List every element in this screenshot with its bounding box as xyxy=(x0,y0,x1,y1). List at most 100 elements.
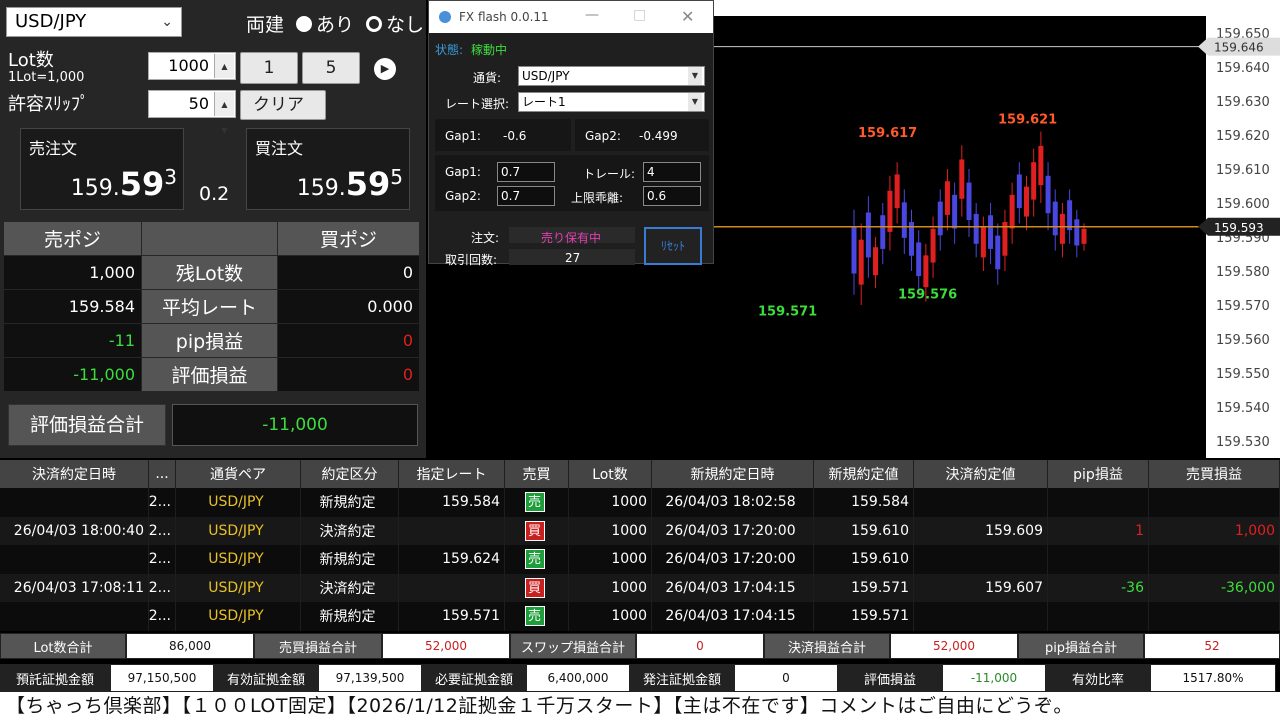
spin-up-icon[interactable]: ▲ xyxy=(221,54,227,80)
gap2-input-label: Gap2: xyxy=(445,189,481,203)
gap2-readout-label: Gap2: xyxy=(585,129,621,143)
pos-sell-value: -11,000 xyxy=(4,358,142,392)
col-pair[interactable]: 通貨ペア xyxy=(176,460,301,488)
gap1-readout-label: Gap1: xyxy=(445,129,481,143)
sum-settle-value: 52,000 xyxy=(890,633,1018,659)
price-tick-label: 159.610 xyxy=(1216,163,1270,178)
gap1-input[interactable]: 0.7 xyxy=(497,162,555,182)
top-price-marker-label: 159.646 xyxy=(1214,41,1264,55)
lot-input[interactable]: 1000 ▲ ▼ xyxy=(148,52,236,97)
ryodate-off-radio[interactable] xyxy=(366,15,383,32)
lot-spinner[interactable]: ▲ ▼ xyxy=(214,54,234,97)
col-new-dt[interactable]: 新規約定日時 xyxy=(652,460,814,488)
row-pl: -36,000 xyxy=(1149,573,1280,602)
clear-button[interactable]: クリア xyxy=(240,90,326,120)
chart-top-strip xyxy=(714,0,1206,16)
col-pl[interactable]: 売買損益 xyxy=(1149,460,1280,488)
ryodate-on-label: あり xyxy=(316,14,355,36)
col-kind[interactable]: 約定区分 xyxy=(301,460,399,488)
pos-row-label: pip損益 xyxy=(142,324,278,358)
slippage-spinner[interactable]: ▲ ▼ xyxy=(214,92,234,135)
currency-pair-value: USD/JPY xyxy=(15,11,87,32)
buy-badge: 買 xyxy=(524,520,545,541)
row-new-price: 159.584 xyxy=(814,488,914,517)
pos-row-label: 評価損益 xyxy=(142,358,278,392)
row-pair: USD/JPY xyxy=(176,573,301,602)
row-side: 売 xyxy=(505,602,569,631)
fx-rate-select[interactable]: レート1 ▼ xyxy=(518,92,705,112)
sum-lot-value: 86,000 xyxy=(126,633,254,659)
table-header-row: 決済約定日時 ... 通貨ペア 約定区分 指定レート 売買 Lot数 新規約定日… xyxy=(0,460,1280,488)
row-settle-dt xyxy=(0,488,149,517)
limit-input[interactable]: 0.6 xyxy=(643,186,701,206)
buy-order-title: 買注文 xyxy=(255,139,304,158)
minimize-icon[interactable]: — xyxy=(585,7,599,23)
row-settle-price xyxy=(914,488,1048,517)
play-icon[interactable]: ▶ xyxy=(374,58,396,80)
table-row[interactable]: 26/04/03 17:08:11 2... USD/JPY 決済約定 買 1000 26/… xyxy=(0,573,1280,602)
price-tick-label: 159.630 xyxy=(1216,95,1270,110)
sell-price-main: 59 xyxy=(119,165,165,203)
row-new-price: 159.610 xyxy=(814,516,914,545)
buy-price-int: 159. xyxy=(296,176,346,201)
lot-5-button[interactable]: 5 xyxy=(302,52,360,84)
eval-total-button[interactable]: 評価損益合計 xyxy=(8,404,166,446)
row-lot: 1000 xyxy=(569,545,652,574)
lot-1-button[interactable]: 1 xyxy=(240,52,298,84)
sum-pl-label: 売買損益合計 xyxy=(254,633,382,659)
price-chart[interactable]: 159.650 159.640 159.630 159.620 159.610 159.6… xyxy=(498,0,1280,458)
eval-pl-value: -11,000 xyxy=(942,664,1046,692)
sum-pip-label: pip損益合計 xyxy=(1018,633,1144,659)
currency-pair-select[interactable]: USD/JPY ⌄ xyxy=(6,7,182,37)
row-lot: 1000 xyxy=(569,488,652,517)
table-row[interactable]: 2... USD/JPY 新規約定 159.624 売 1000 26/04/03 17:2… xyxy=(0,545,1280,574)
col-id[interactable]: ... xyxy=(149,460,176,488)
sell-order-button[interactable]: 売注文 159.593 xyxy=(20,128,184,210)
deposit-label: 預託証拠金額 xyxy=(0,664,110,692)
table-row[interactable]: 2... USD/JPY 新規約定 159.584 売 1000 26/04/03 18:0… xyxy=(0,488,1280,517)
fx-titlebar[interactable]: FX flash 0.0.11 — □ ✕ xyxy=(429,1,713,33)
row-pl xyxy=(1149,545,1280,574)
pos-sell-value: -11 xyxy=(4,324,142,358)
col-new-price[interactable]: 新規約定値 xyxy=(814,460,914,488)
close-icon[interactable]: ✕ xyxy=(681,7,694,26)
spin-down-icon[interactable]: ▼ xyxy=(221,118,227,144)
col-settle-price[interactable]: 決済約定値 xyxy=(914,460,1048,488)
dropdown-arrow-icon: ▼ xyxy=(688,67,702,85)
sell-price: 159.593 xyxy=(71,165,177,203)
slippage-input[interactable]: 50 ▲ ▼ xyxy=(148,90,236,135)
row-side: 売 xyxy=(505,488,569,517)
row-kind: 新規約定 xyxy=(301,545,399,574)
lot-sub-label: 1Lot=1,000 xyxy=(8,70,85,85)
col-lot[interactable]: Lot数 xyxy=(569,460,652,488)
table-row[interactable]: 26/04/03 18:00:40 2... USD/JPY 決済約定 買 1000 26/… xyxy=(0,516,1280,545)
row-id: 2... xyxy=(149,488,176,517)
gap2-input[interactable]: 0.7 xyxy=(497,186,555,206)
pos-header-blank xyxy=(142,222,278,256)
price-tick-label: 159.640 xyxy=(1216,61,1270,76)
spin-up-icon[interactable]: ▲ xyxy=(221,92,227,118)
table-row[interactable]: 2... USD/JPY 新規約定 159.571 売 1000 26/04/03 17:0… xyxy=(0,602,1280,631)
row-settle-price xyxy=(914,602,1048,631)
fx-currency-select[interactable]: USD/JPY ▼ xyxy=(518,66,705,86)
ryodate-on-radio[interactable] xyxy=(296,15,313,32)
col-rate[interactable]: 指定レート xyxy=(399,460,505,488)
row-pair: USD/JPY xyxy=(176,488,301,517)
reset-button[interactable]: ﾘｾｯﾄ xyxy=(644,227,702,265)
row-kind: 新規約定 xyxy=(301,488,399,517)
col-side[interactable]: 売買 xyxy=(505,460,569,488)
status-label: 状態: xyxy=(435,43,464,57)
slippage-input-value: 50 xyxy=(188,94,209,113)
row-pip: 1 xyxy=(1048,516,1149,545)
col-settle-dt[interactable]: 決済約定日時 xyxy=(0,460,149,488)
trades-table: 決済約定日時 ... 通貨ペア 約定区分 指定レート 売買 Lot数 新規約定日… xyxy=(0,460,1280,631)
buy-order-button[interactable]: 買注文 159.595 xyxy=(246,128,410,210)
price-tick-label: 159.570 xyxy=(1216,299,1270,314)
trail-input[interactable]: 4 xyxy=(643,162,701,182)
chart-annotation: 159.576 xyxy=(898,288,957,303)
maximize-icon[interactable]: □ xyxy=(633,7,646,23)
col-pip[interactable]: pip損益 xyxy=(1048,460,1149,488)
sum-swap-label: スワップ損益合計 xyxy=(510,633,636,659)
row-pl: 1,000 xyxy=(1149,516,1280,545)
spread-value: 0.2 xyxy=(199,183,230,205)
